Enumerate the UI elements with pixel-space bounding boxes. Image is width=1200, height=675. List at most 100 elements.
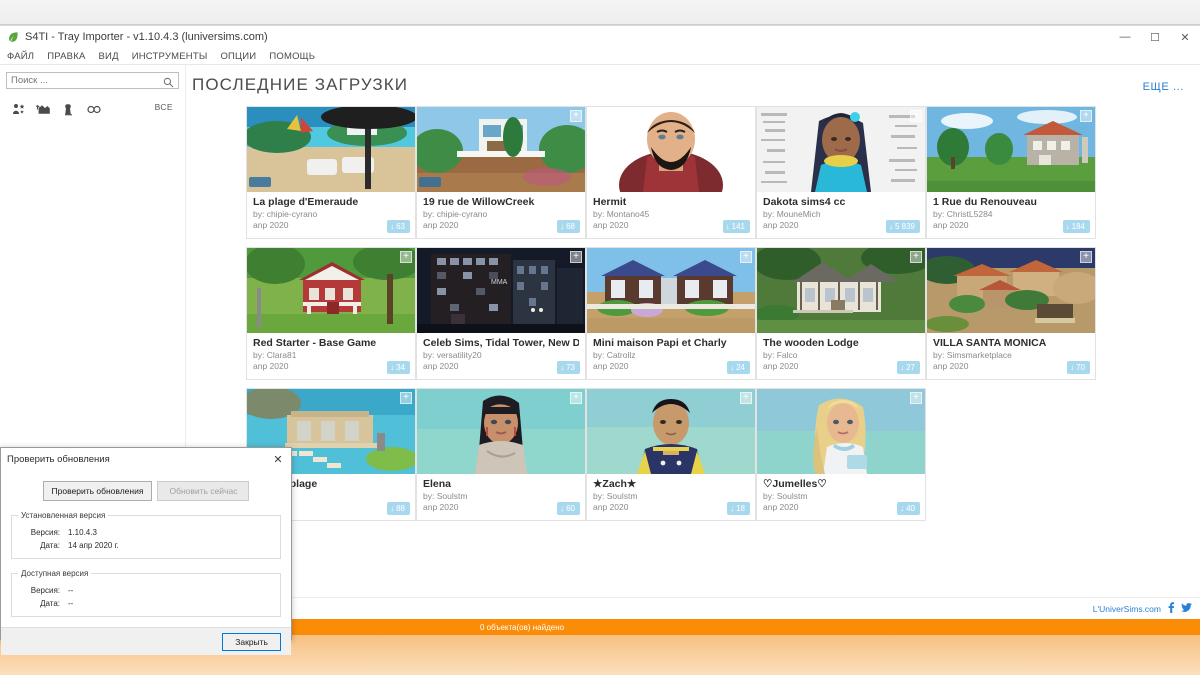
card-thumbnail[interactable]: + (757, 389, 925, 474)
card-thumbnail[interactable]: + (587, 248, 755, 333)
lots-filter-icon[interactable] (31, 100, 56, 118)
installed-date-value: 14 апр 2020 г. (68, 541, 119, 550)
menu-options[interactable]: ОПЦИИ (219, 50, 257, 63)
link-filter-icon[interactable] (81, 100, 106, 118)
facebook-icon[interactable] (1167, 601, 1175, 616)
footer-brand[interactable]: L'UniverSims.com (1093, 604, 1161, 614)
download-count-badge: ↓ 70 (1067, 361, 1090, 374)
card-thumbnail[interactable]: MMA + (417, 248, 585, 333)
download-count: 73 (566, 363, 575, 372)
download-arrow-icon: ↓ (560, 222, 565, 231)
card-author: by: Catrollz (593, 350, 636, 360)
title-bar: S4TI - Tray Importer - v1.10.4.3 (lunive… (0, 26, 1200, 48)
menu-tools[interactable]: ИНСТРУМЕНТЫ (131, 50, 209, 63)
available-date-row: Дата: -- (18, 597, 274, 610)
download-card[interactable]: La plage d'Emeraude by: chipie-cyrano an… (246, 106, 416, 239)
card-thumbnail[interactable]: + (757, 248, 925, 333)
download-card[interactable]: + Hermit by: Montano45 anp 2020 ↓ 141 (586, 106, 756, 239)
card-author: by: Soulstm (593, 491, 638, 501)
card-author: by: versatility20 (423, 350, 482, 360)
installed-version-row: Версия: 1.10.4.3 (18, 526, 274, 539)
menu-view[interactable]: ВИД (98, 50, 120, 63)
card-thumbnail[interactable]: + (927, 248, 1095, 333)
search-icon[interactable] (163, 75, 174, 93)
sims-filter-icon[interactable] (6, 100, 31, 118)
menu-edit[interactable]: ПРАВКА (46, 50, 86, 63)
card-thumbnail[interactable]: + (417, 107, 585, 192)
add-to-tray-icon[interactable]: + (740, 110, 752, 122)
card-body: ♡Jumelles♡ by: Soulstm anp 2020 ↓ 40 (757, 474, 925, 520)
add-to-tray-icon[interactable]: + (910, 251, 922, 263)
dialog-close-icon[interactable]: ✕ (265, 448, 291, 471)
add-to-tray-icon[interactable]: + (740, 251, 752, 263)
installed-version-group: Установленная версия Версия: 1.10.4.3 Да… (11, 511, 281, 559)
download-card[interactable]: + Red Starter - Base Game by: Clara81 an… (246, 247, 416, 380)
download-card[interactable]: + 19 rue de WillowCreek by: chipie-cyran… (416, 106, 586, 239)
card-body: Elena by: Soulstm anp 2020 ↓ 60 (417, 474, 585, 520)
add-to-tray-icon[interactable]: + (910, 392, 922, 404)
card-body: Dakota sims4 cc by: MouneMich anp 2020 ↓… (757, 192, 925, 238)
card-title: The wooden Lodge (763, 337, 859, 349)
add-to-tray-icon[interactable]: + (570, 392, 582, 404)
download-card[interactable]: + VILLA SANTA MONICA by: Simsmarketplace… (926, 247, 1096, 380)
add-to-tray-icon[interactable]: + (1080, 251, 1092, 263)
search-box[interactable] (6, 72, 179, 89)
download-count: 70 (1076, 363, 1085, 372)
card-thumbnail[interactable]: + (587, 389, 755, 474)
card-author: by: Simsmarketplace (933, 350, 1012, 360)
add-to-tray-icon[interactable]: + (1080, 110, 1092, 122)
rooms-filter-icon[interactable] (56, 100, 81, 118)
more-link[interactable]: ЕЩЕ ... (1143, 81, 1184, 93)
maximize-button[interactable]: ☐ (1140, 26, 1170, 48)
card-date: anp 2020 (763, 361, 799, 371)
download-arrow-icon: ↓ (560, 363, 565, 372)
download-card[interactable]: MMA + Celeb Sims, Tidal Tower, New D by:… (416, 247, 586, 380)
close-button[interactable]: ✕ (1170, 26, 1200, 48)
download-arrow-icon: ↓ (560, 504, 565, 513)
card-thumbnail[interactable]: + (587, 107, 755, 192)
menu-bar: ФАЙЛ ПРАВКА ВИД ИНСТРУМЕНТЫ ОПЦИИ ПОМОЩЬ (0, 48, 1200, 65)
filter-all-label[interactable]: ВСЕ (155, 102, 173, 112)
download-count: 63 (396, 222, 405, 231)
menu-file[interactable]: ФАЙЛ (6, 50, 35, 63)
card-body: ★Zach★ by: Soulstm anp 2020 ↓ 18 (587, 474, 755, 520)
window-controls: — ☐ ✕ (1110, 26, 1200, 48)
add-to-tray-icon[interactable]: + (910, 110, 922, 122)
card-thumbnail[interactable]: + (417, 389, 585, 474)
card-date: anp 2020 (933, 361, 969, 371)
card-date: anp 2020 (423, 361, 459, 371)
card-author: by: ChristL5284 (933, 209, 993, 219)
download-count: 88 (396, 504, 405, 513)
download-count-badge: ↓ 88 (387, 502, 410, 515)
card-thumbnail[interactable] (247, 107, 415, 192)
add-to-tray-icon[interactable]: + (740, 392, 752, 404)
card-thumbnail[interactable]: + (757, 107, 925, 192)
download-count-badge: ↓ 24 (727, 361, 750, 374)
download-count: 40 (906, 504, 915, 513)
card-thumbnail[interactable]: + (927, 107, 1095, 192)
card-title: ♡Jumelles♡ (763, 478, 827, 490)
download-card[interactable]: + Elena by: Soulstm anp 2020 ↓ 60 (416, 388, 586, 521)
add-to-tray-icon[interactable]: + (570, 251, 582, 263)
download-count: 184 (1071, 222, 1085, 231)
download-card[interactable]: + ★Zach★ by: Soulstm anp 2020 ↓ 18 (586, 388, 756, 521)
check-updates-button[interactable]: Проверить обновления (42, 481, 153, 501)
dialog-close-button[interactable]: Закрыть (222, 632, 281, 651)
minimize-button[interactable]: — (1110, 26, 1140, 48)
card-body: Mini maison Papi et Charly by: Catrollz … (587, 333, 755, 379)
download-card[interactable]: + 1 Rue du Renouveau by: ChristL5284 anp… (926, 106, 1096, 239)
card-thumbnail[interactable]: + (247, 248, 415, 333)
twitter-icon[interactable] (1181, 602, 1192, 616)
desktop-background-strip (0, 0, 1200, 25)
download-card[interactable]: + Mini maison Papi et Charly by: Catroll… (586, 247, 756, 380)
download-card[interactable]: + The wooden Lodge by: Falco anp 2020 ↓ … (756, 247, 926, 380)
add-to-tray-icon[interactable]: + (400, 251, 412, 263)
add-to-tray-icon[interactable]: + (400, 392, 412, 404)
download-card[interactable]: + Dakota sims4 cc by: MouneMich anp 2020… (756, 106, 926, 239)
search-input[interactable] (11, 75, 174, 86)
card-date: anp 2020 (423, 220, 459, 230)
add-to-tray-icon[interactable]: + (570, 110, 582, 122)
download-arrow-icon: ↓ (900, 504, 905, 513)
download-card[interactable]: + ♡Jumelles♡ by: Soulstm anp 2020 ↓ 40 (756, 388, 926, 521)
menu-help[interactable]: ПОМОЩЬ (268, 50, 316, 63)
